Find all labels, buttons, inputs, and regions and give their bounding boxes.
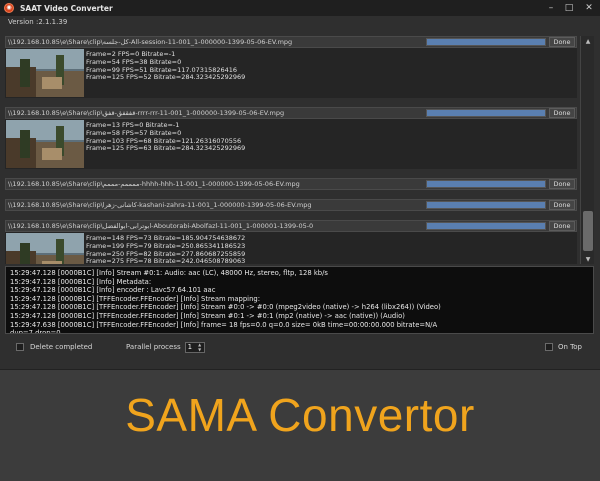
parallel-process-label: Parallel process [126, 343, 181, 351]
maximize-button[interactable]: □ [560, 0, 578, 16]
log-line: 15:29:47.128 [0000B1C] [TFFEncoder.FFEnc… [10, 311, 405, 320]
task-file-path: \\192.168.10.85\e\Share\clip\ممممم-مممم-… [8, 180, 300, 188]
log-line: 15:29:47.128 [0000B1C] [Info] encoder : … [10, 286, 216, 295]
task-list[interactable]: \\192.168.10.85\e\Share\clip\کل-جلسه-All… [5, 36, 577, 264]
task-progress-bar [426, 201, 546, 209]
stat-line: Frame=125 FPS=63 Bitrate=284.32342529296… [86, 144, 246, 153]
task-progress-bar [426, 180, 546, 188]
task-header[interactable]: \\192.168.10.85\e\Share\clip\قفقفق-قفق-r… [5, 107, 577, 119]
task-header[interactable]: \\192.168.10.85\e\Share\clip\کاشانی-زهرا… [5, 199, 577, 211]
brand-caption: SAMA Convertor [125, 389, 475, 441]
delete-completed-option[interactable]: Delete completed [16, 343, 92, 351]
task-file-path: \\192.168.10.85\e\Share\clip\ابوترابی-اب… [8, 222, 314, 230]
video-thumbnail [6, 233, 84, 264]
version-label: Version :2.1.1.39 [8, 18, 68, 26]
window-controls: – □ ✕ [542, 0, 600, 16]
log-line: 15:29:47.128 [0000B1C] [TFFEncoder.FFEnc… [10, 294, 260, 303]
log-line: 15:29:47.128 [0000B1C] [Info] Metadata: [10, 277, 152, 286]
spinner-arrows-icon[interactable]: ▲ ▼ [198, 342, 201, 352]
app-window: ◉ SAAT Video Converter – □ ✕ Version :2.… [0, 0, 600, 370]
task-progress-bar [426, 222, 546, 230]
encoding-stats: Frame=2 FPS=0 Bitrate=-1 Frame=54 FPS=38 … [86, 48, 245, 98]
scroll-down-icon[interactable]: ▼ [581, 254, 595, 264]
task-progress-fill [427, 223, 545, 229]
parallel-process-value: 1 [187, 343, 193, 351]
task-status-button[interactable]: Done [549, 179, 575, 189]
task-progress-fill [427, 39, 545, 45]
task-list-scrollbar[interactable]: ▲ ▼ [580, 36, 594, 264]
video-thumbnail [6, 120, 84, 168]
scroll-up-icon[interactable]: ▲ [581, 36, 595, 46]
log-line: dup=7 drop=0 [10, 329, 61, 334]
encoding-stats: Frame=13 FPS=0 Bitrate=-1 Frame=58 FPS=57… [86, 119, 245, 169]
task-header[interactable]: \\192.168.10.85\e\Share\clip\کل-جلسه-All… [5, 36, 577, 48]
task-details: Frame=148 FPS=73 Bitrate=185.90475463867… [5, 232, 577, 264]
stat-line: Frame=275 FPS=78 Bitrate=242.04650878906… [86, 257, 246, 264]
task-file-path: \\192.168.10.85\e\Share\clip\قفقفق-قفق-r… [8, 109, 285, 117]
task-spacer [5, 211, 577, 220]
parallel-process-control: Parallel process 1 ▲ ▼ [126, 341, 205, 353]
task-status-button[interactable]: Done [549, 200, 575, 210]
task-progress-fill [427, 181, 545, 187]
minimize-button[interactable]: – [542, 0, 560, 16]
task-header[interactable]: \\192.168.10.85\e\Share\clip\ابوترابی-اب… [5, 220, 577, 232]
task-header[interactable]: \\192.168.10.85\e\Share\clip\ممممم-مممم-… [5, 178, 577, 190]
log-line: 15:29:47.128 [0000B1C] [Info] Stream #0:… [10, 269, 328, 277]
task-item[interactable]: \\192.168.10.85\e\Share\clip\ابوترابی-اب… [5, 220, 577, 264]
task-progress-fill [427, 110, 545, 116]
task-details: Frame=13 FPS=0 Bitrate=-1 Frame=58 FPS=57… [5, 119, 577, 169]
delete-completed-checkbox[interactable] [16, 343, 24, 351]
task-file-path: \\192.168.10.85\e\Share\clip\کاشانی-زهرا… [8, 201, 312, 209]
delete-completed-label: Delete completed [30, 343, 93, 351]
task-file-path: \\192.168.10.85\e\Share\clip\کل-جلسه-All… [8, 38, 293, 46]
parallel-process-spinner[interactable]: 1 ▲ ▼ [184, 341, 205, 353]
on-top-label: On Top [558, 343, 582, 351]
scroll-thumb[interactable] [583, 211, 593, 251]
encoding-stats: Frame=148 FPS=73 Bitrate=185.90475463867… [86, 232, 245, 264]
task-item[interactable]: \\192.168.10.85\e\Share\clip\ممممم-مممم-… [5, 178, 577, 199]
task-status-button[interactable]: Done [549, 37, 575, 47]
app-logo-icon: ◉ [4, 3, 14, 13]
task-status-button[interactable]: Done [549, 108, 575, 118]
on-top-checkbox[interactable] [545, 343, 553, 351]
task-item[interactable]: \\192.168.10.85\e\Share\clip\کل-جلسه-All… [5, 36, 577, 107]
video-thumbnail [6, 49, 84, 97]
log-line: 15:29:47.638 [0000B1C] [TFFEncoder.FFEnc… [10, 320, 438, 329]
task-spacer [5, 98, 577, 107]
close-button[interactable]: ✕ [578, 0, 600, 16]
stat-line: Frame=125 FPS=52 Bitrate=284.32342529296… [86, 73, 246, 82]
window-title: SAAT Video Converter [20, 3, 113, 13]
footer-bar: Delete completed Parallel process 1 ▲ ▼ O… [0, 340, 600, 354]
task-details: Frame=2 FPS=0 Bitrate=-1 Frame=54 FPS=38 … [5, 48, 577, 98]
task-spacer [5, 169, 577, 178]
task-status-button[interactable]: Done [549, 221, 575, 231]
task-progress-bar [426, 109, 546, 117]
task-item[interactable]: \\192.168.10.85\e\Share\clip\کاشانی-زهرا… [5, 199, 577, 220]
task-item[interactable]: \\192.168.10.85\e\Share\clip\قفقفق-قفق-r… [5, 107, 577, 178]
log-console[interactable]: 15:29:47.128 [0000B1C] [Info] Stream #0:… [5, 266, 594, 334]
task-spacer [5, 190, 577, 199]
on-top-option[interactable]: On Top [545, 343, 582, 351]
task-progress-bar [426, 38, 546, 46]
title-bar[interactable]: ◉ SAAT Video Converter – □ ✕ [0, 0, 600, 16]
task-progress-fill [427, 202, 545, 208]
log-line: 15:29:47.128 [0000B1C] [TFFEncoder.FFEnc… [10, 303, 441, 312]
